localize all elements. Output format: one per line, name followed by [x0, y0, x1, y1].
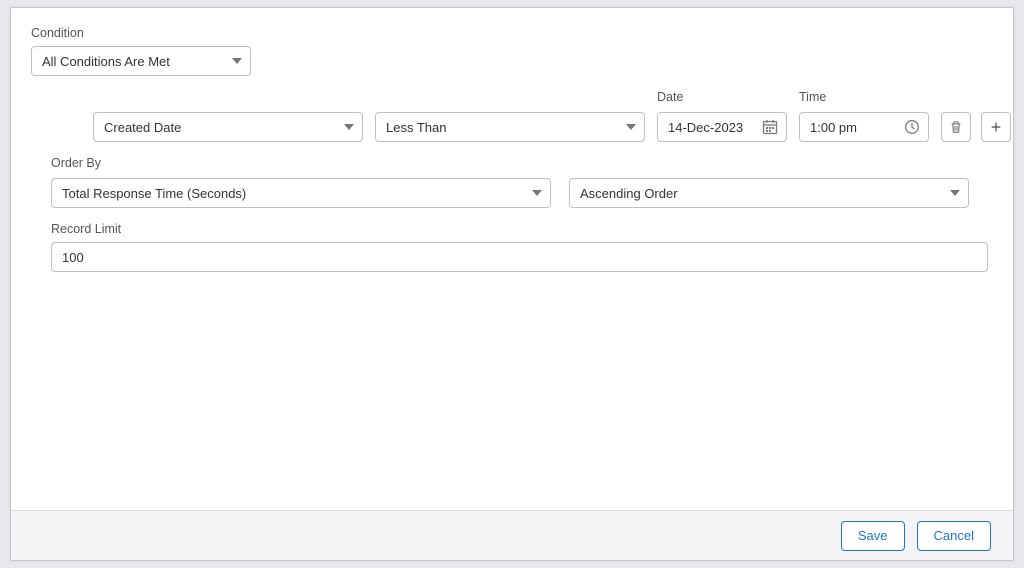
order-by-label: Order By	[51, 156, 551, 172]
spacer-label	[375, 90, 645, 106]
time-value: 1:00 pm	[810, 120, 904, 135]
condition-section: Condition All Conditions Are Met	[31, 26, 993, 76]
order-by-field-select[interactable]: Total Response Time (Seconds)	[51, 178, 551, 208]
condition-match-value: All Conditions Are Met	[42, 54, 170, 69]
date-label: Date	[657, 90, 787, 106]
time-label: Time	[799, 90, 929, 106]
condition-match-select[interactable]: All Conditions Are Met	[31, 46, 251, 76]
dialog-container: Condition All Conditions Are Met Created…	[10, 7, 1014, 561]
plus-icon	[989, 120, 1003, 134]
spacer-label	[93, 90, 363, 106]
condition-label: Condition	[31, 26, 993, 40]
dialog-body: Condition All Conditions Are Met Created…	[11, 8, 1013, 510]
record-limit-label: Record Limit	[51, 222, 993, 236]
calendar-icon	[762, 119, 778, 135]
date-input[interactable]: 14-Dec-2023	[657, 112, 787, 142]
chevron-down-icon	[344, 122, 354, 132]
chevron-down-icon	[950, 188, 960, 198]
record-limit-input[interactable]	[51, 242, 988, 272]
clock-icon	[904, 119, 920, 135]
field-select[interactable]: Created Date	[93, 112, 363, 142]
delete-row-button[interactable]	[941, 112, 971, 142]
record-limit-row: Record Limit	[51, 222, 993, 272]
save-button[interactable]: Save	[841, 521, 905, 551]
order-by-field-value: Total Response Time (Seconds)	[62, 186, 246, 201]
time-input[interactable]: 1:00 pm	[799, 112, 929, 142]
add-row-button[interactable]	[981, 112, 1011, 142]
operator-select[interactable]: Less Than	[375, 112, 645, 142]
spacer-label	[569, 156, 969, 172]
date-value: 14-Dec-2023	[668, 120, 762, 135]
cancel-button[interactable]: Cancel	[917, 521, 991, 551]
spacer-label	[981, 90, 1009, 106]
spacer-label	[941, 90, 969, 106]
trash-icon	[949, 120, 963, 134]
chevron-down-icon	[626, 122, 636, 132]
order-by-direction-select[interactable]: Ascending Order	[569, 178, 969, 208]
dialog-footer: Save Cancel	[11, 510, 1013, 560]
order-by-direction-value: Ascending Order	[580, 186, 678, 201]
chevron-down-icon	[232, 56, 242, 66]
condition-row: Created Date Less Than Date 1	[93, 90, 993, 142]
operator-select-value: Less Than	[386, 120, 446, 135]
order-by-row: Order By Total Response Time (Seconds) A…	[51, 156, 993, 208]
chevron-down-icon	[532, 188, 542, 198]
field-select-value: Created Date	[104, 120, 181, 135]
